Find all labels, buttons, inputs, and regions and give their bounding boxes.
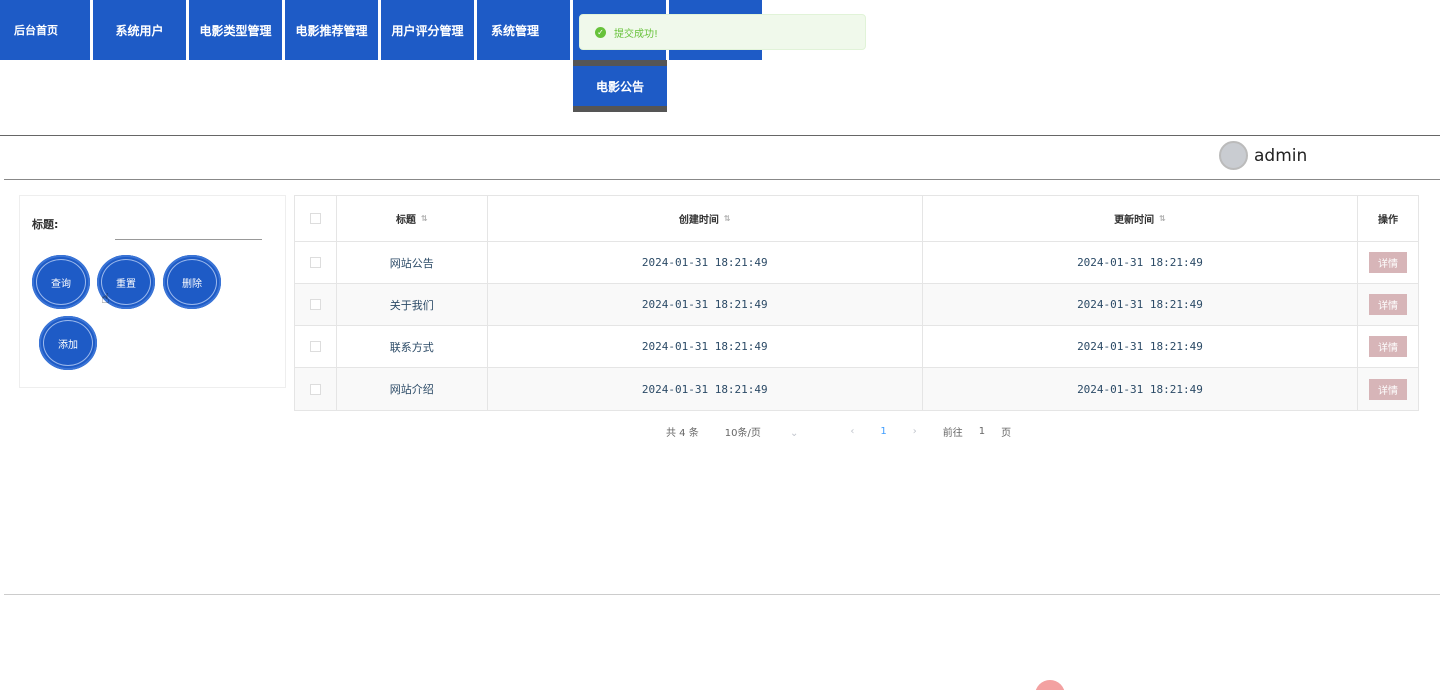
header-title-label: 标题 bbox=[395, 215, 416, 226]
search-title-label: 标题: bbox=[32, 218, 59, 231]
row-select-cell bbox=[295, 284, 337, 325]
goto-prefix: 前往 bbox=[942, 428, 963, 439]
cell-title: 关于我们 bbox=[337, 284, 488, 325]
cell-updated: 2024-01-31 18:21:49 bbox=[923, 284, 1359, 325]
cell-updated: 2024-01-31 18:21:49 bbox=[923, 242, 1359, 283]
next-page-icon[interactable]: › bbox=[913, 426, 917, 437]
delete-button[interactable]: 删除 bbox=[163, 255, 221, 309]
cell-updated: 2024-01-31 18:21:49 bbox=[923, 326, 1359, 367]
data-table: 标题 ⇅ 创建时间 ⇅ 更新时间 ⇅ 操作 网站公告 2024-01-31 18:21… bbox=[294, 195, 1419, 411]
row-select-cell bbox=[295, 368, 337, 410]
cell-title: 网站介绍 bbox=[337, 368, 488, 410]
page-size-value: 10条/页 bbox=[724, 428, 761, 439]
avatar[interactable] bbox=[1219, 141, 1248, 170]
header-updated[interactable]: 更新时间 ⇅ bbox=[923, 196, 1359, 241]
sort-icon[interactable]: ⇅ bbox=[1159, 214, 1166, 223]
sort-icon[interactable]: ⇅ bbox=[421, 214, 428, 223]
header-actions: 操作 bbox=[1378, 215, 1399, 226]
nav-item-system-users[interactable]: 系统用户 bbox=[93, 0, 186, 60]
nav-item-system-management-label: 系统管理 bbox=[491, 23, 540, 38]
cell-created: 2024-01-31 18:21:49 bbox=[488, 326, 923, 367]
table-row: 联系方式 2024-01-31 18:21:49 2024-01-31 18:2… bbox=[295, 326, 1418, 368]
search-panel: 标题: 查询 重置 删除 添加 bbox=[19, 195, 286, 388]
header-created-label: 创建时间 bbox=[678, 215, 719, 226]
hand-cursor-icon: ☝ bbox=[101, 291, 110, 307]
cell-title: 联系方式 bbox=[337, 326, 488, 367]
detail-button[interactable]: 详情 bbox=[1369, 294, 1408, 315]
table-header-row: 标题 ⇅ 创建时间 ⇅ 更新时间 ⇅ 操作 bbox=[295, 196, 1418, 242]
goto-page-input[interactable]: 1 bbox=[979, 426, 985, 437]
nav-item-home[interactable]: 后台首页 bbox=[0, 0, 90, 60]
table-row: 网站介绍 2024-01-31 18:21:49 2024-01-31 18:2… bbox=[295, 368, 1418, 410]
footer-divider bbox=[4, 594, 1440, 595]
row-select-cell bbox=[295, 326, 337, 367]
app-root: 后台首页 系统用户 电影类型管理 电影推荐管理 用户评分管理 系统管理 电影公告… bbox=[0, 0, 1440, 690]
row-checkbox[interactable] bbox=[309, 383, 321, 395]
cell-actions: 详情 bbox=[1358, 284, 1418, 325]
cell-actions: 详情 bbox=[1358, 368, 1418, 410]
nav-item-user-ratings[interactable]: 用户评分管理 bbox=[381, 0, 474, 60]
username: admin bbox=[1254, 145, 1308, 166]
detail-button[interactable]: 详情 bbox=[1369, 378, 1408, 400]
success-check-icon: ✓ bbox=[595, 26, 606, 38]
sort-icon[interactable]: ⇅ bbox=[724, 214, 731, 223]
search-title-input[interactable] bbox=[115, 220, 262, 240]
detail-button[interactable]: 详情 bbox=[1369, 336, 1408, 357]
row-checkbox[interactable] bbox=[309, 341, 321, 352]
cell-actions: 详情 bbox=[1358, 326, 1418, 367]
chevron-down-icon: ⌄ bbox=[790, 428, 799, 439]
header-created[interactable]: 创建时间 ⇅ bbox=[488, 196, 923, 241]
header-divider bbox=[0, 135, 1440, 136]
cell-created: 2024-01-31 18:21:49 bbox=[488, 284, 923, 325]
submenu-item-movie-notice[interactable]: 电影公告 bbox=[573, 66, 667, 106]
cell-updated: 2024-01-31 18:21:49 bbox=[923, 368, 1359, 410]
goto-suffix: 页 bbox=[1001, 428, 1012, 439]
nav-item-system-management[interactable]: 系统管理 bbox=[477, 0, 570, 60]
cell-created: 2024-01-31 18:21:49 bbox=[488, 368, 923, 410]
cell-created: 2024-01-31 18:21:49 bbox=[488, 242, 923, 283]
nav-item-movie-recommend[interactable]: 电影推荐管理 bbox=[285, 0, 378, 60]
cell-actions: 详情 bbox=[1358, 242, 1418, 283]
row-checkbox[interactable] bbox=[309, 299, 321, 310]
user-info[interactable]: admin bbox=[1219, 141, 1307, 170]
cell-title: 网站公告 bbox=[337, 242, 488, 283]
header-updated-label: 更新时间 bbox=[1114, 215, 1155, 226]
page-size-select[interactable]: 10条/页 ⌄ bbox=[725, 424, 825, 439]
prev-page-icon[interactable]: ‹ bbox=[850, 426, 854, 437]
pagination: 共 4 条 10条/页 ⌄ ‹ 1 › 前往 1 页 bbox=[666, 424, 1037, 439]
table-row: 关于我们 2024-01-31 18:21:49 2024-01-31 18:2… bbox=[295, 284, 1418, 326]
row-select-cell bbox=[295, 242, 337, 283]
select-all-cell bbox=[295, 196, 337, 241]
detail-button[interactable]: 详情 bbox=[1369, 252, 1408, 273]
success-toast: ✓ 提交成功! bbox=[579, 14, 866, 50]
toast-message: 提交成功! bbox=[614, 28, 659, 40]
floating-widget-icon[interactable] bbox=[1035, 680, 1065, 690]
content-divider bbox=[4, 179, 1440, 180]
nav-item-movie-types[interactable]: 电影类型管理 bbox=[189, 0, 282, 60]
row-checkbox[interactable] bbox=[309, 257, 321, 268]
add-button[interactable]: 添加 bbox=[39, 316, 97, 370]
page-number-current[interactable]: 1 bbox=[880, 426, 886, 437]
header-title[interactable]: 标题 ⇅ bbox=[337, 196, 488, 241]
select-all-checkbox[interactable] bbox=[309, 213, 321, 224]
dropdown-submenu: 电影公告 bbox=[573, 60, 667, 112]
pagination-total: 共 4 条 bbox=[666, 428, 699, 439]
query-button[interactable]: 查询 bbox=[32, 255, 90, 309]
table-row: 网站公告 2024-01-31 18:21:49 2024-01-31 18:2… bbox=[295, 242, 1418, 284]
